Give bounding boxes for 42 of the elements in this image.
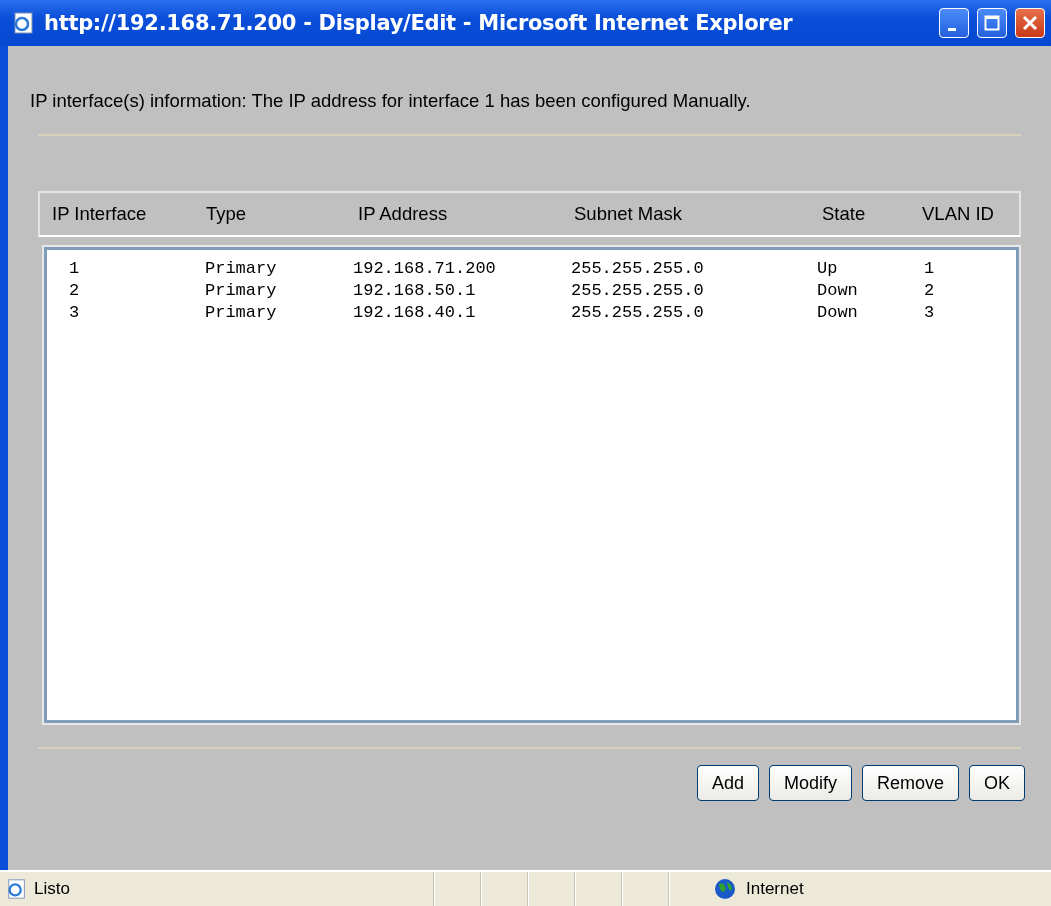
- column-header: Type: [206, 203, 247, 225]
- table-cell: Down: [817, 303, 858, 322]
- minimize-icon: [948, 27, 956, 31]
- dialog-button[interactable]: Modify: [768, 765, 852, 801]
- browser-page-icon: [12, 11, 36, 35]
- close-icon: [1021, 14, 1039, 32]
- table-cell: 192.168.50.1: [353, 281, 476, 300]
- minimize-button[interactable]: [939, 8, 969, 38]
- table-cell: 2: [69, 281, 80, 300]
- maximize-button[interactable]: [977, 8, 1007, 38]
- table-cell: Primary: [205, 281, 277, 300]
- column-header: IP Interface: [52, 203, 147, 225]
- table-cell: Primary: [205, 259, 277, 278]
- globe-icon: [714, 878, 736, 900]
- table-cell: 3: [69, 303, 80, 322]
- table-cell: 1: [924, 259, 935, 278]
- dialog-button[interactable]: Add: [696, 765, 759, 801]
- column-header: Subnet Mask: [574, 203, 682, 225]
- dialog-button[interactable]: Remove: [861, 765, 959, 801]
- dialog-button[interactable]: OK: [969, 765, 1025, 801]
- table-cell: 255.255.255.0: [571, 281, 704, 300]
- browser-page-icon: [6, 878, 28, 900]
- table-cell: 2: [924, 281, 935, 300]
- table-cell: 255.255.255.0: [571, 303, 704, 322]
- info-text: IP interface(s) information: The IP address for interface 1 has been configured Manually.: [30, 90, 752, 112]
- column-header: IP Address: [358, 203, 448, 225]
- table-cell: 192.168.71.200: [353, 259, 496, 278]
- table-cell: Up: [817, 259, 838, 278]
- maximize-icon: [984, 15, 1000, 31]
- column-header: State: [822, 203, 866, 225]
- table-cell: Down: [817, 281, 858, 300]
- table-cell: 255.255.255.0: [571, 259, 704, 278]
- status-text: Listo: [34, 879, 71, 899]
- table-cell: 1: [69, 259, 80, 278]
- interface-list[interactable]: 1 Primary 192.168.71.200 255.255.255.0 Up 1 2 Primary 192.168.50.1 255.255.255.0 Down 2 3 Primary 192.168.40.1 255.255.255.0 Down 3: [44, 247, 1019, 723]
- window-title: http://192.168.71.200 - Display/Edit - Microsoft Internet Explorer: [44, 11, 794, 35]
- table-cell: 192.168.40.1: [353, 303, 476, 322]
- table-cell: Primary: [205, 303, 277, 322]
- close-button[interactable]: [1015, 8, 1045, 38]
- table-cell: 3: [924, 303, 935, 322]
- column-header: VLAN ID: [922, 203, 994, 225]
- zone-text: Internet: [746, 879, 805, 899]
